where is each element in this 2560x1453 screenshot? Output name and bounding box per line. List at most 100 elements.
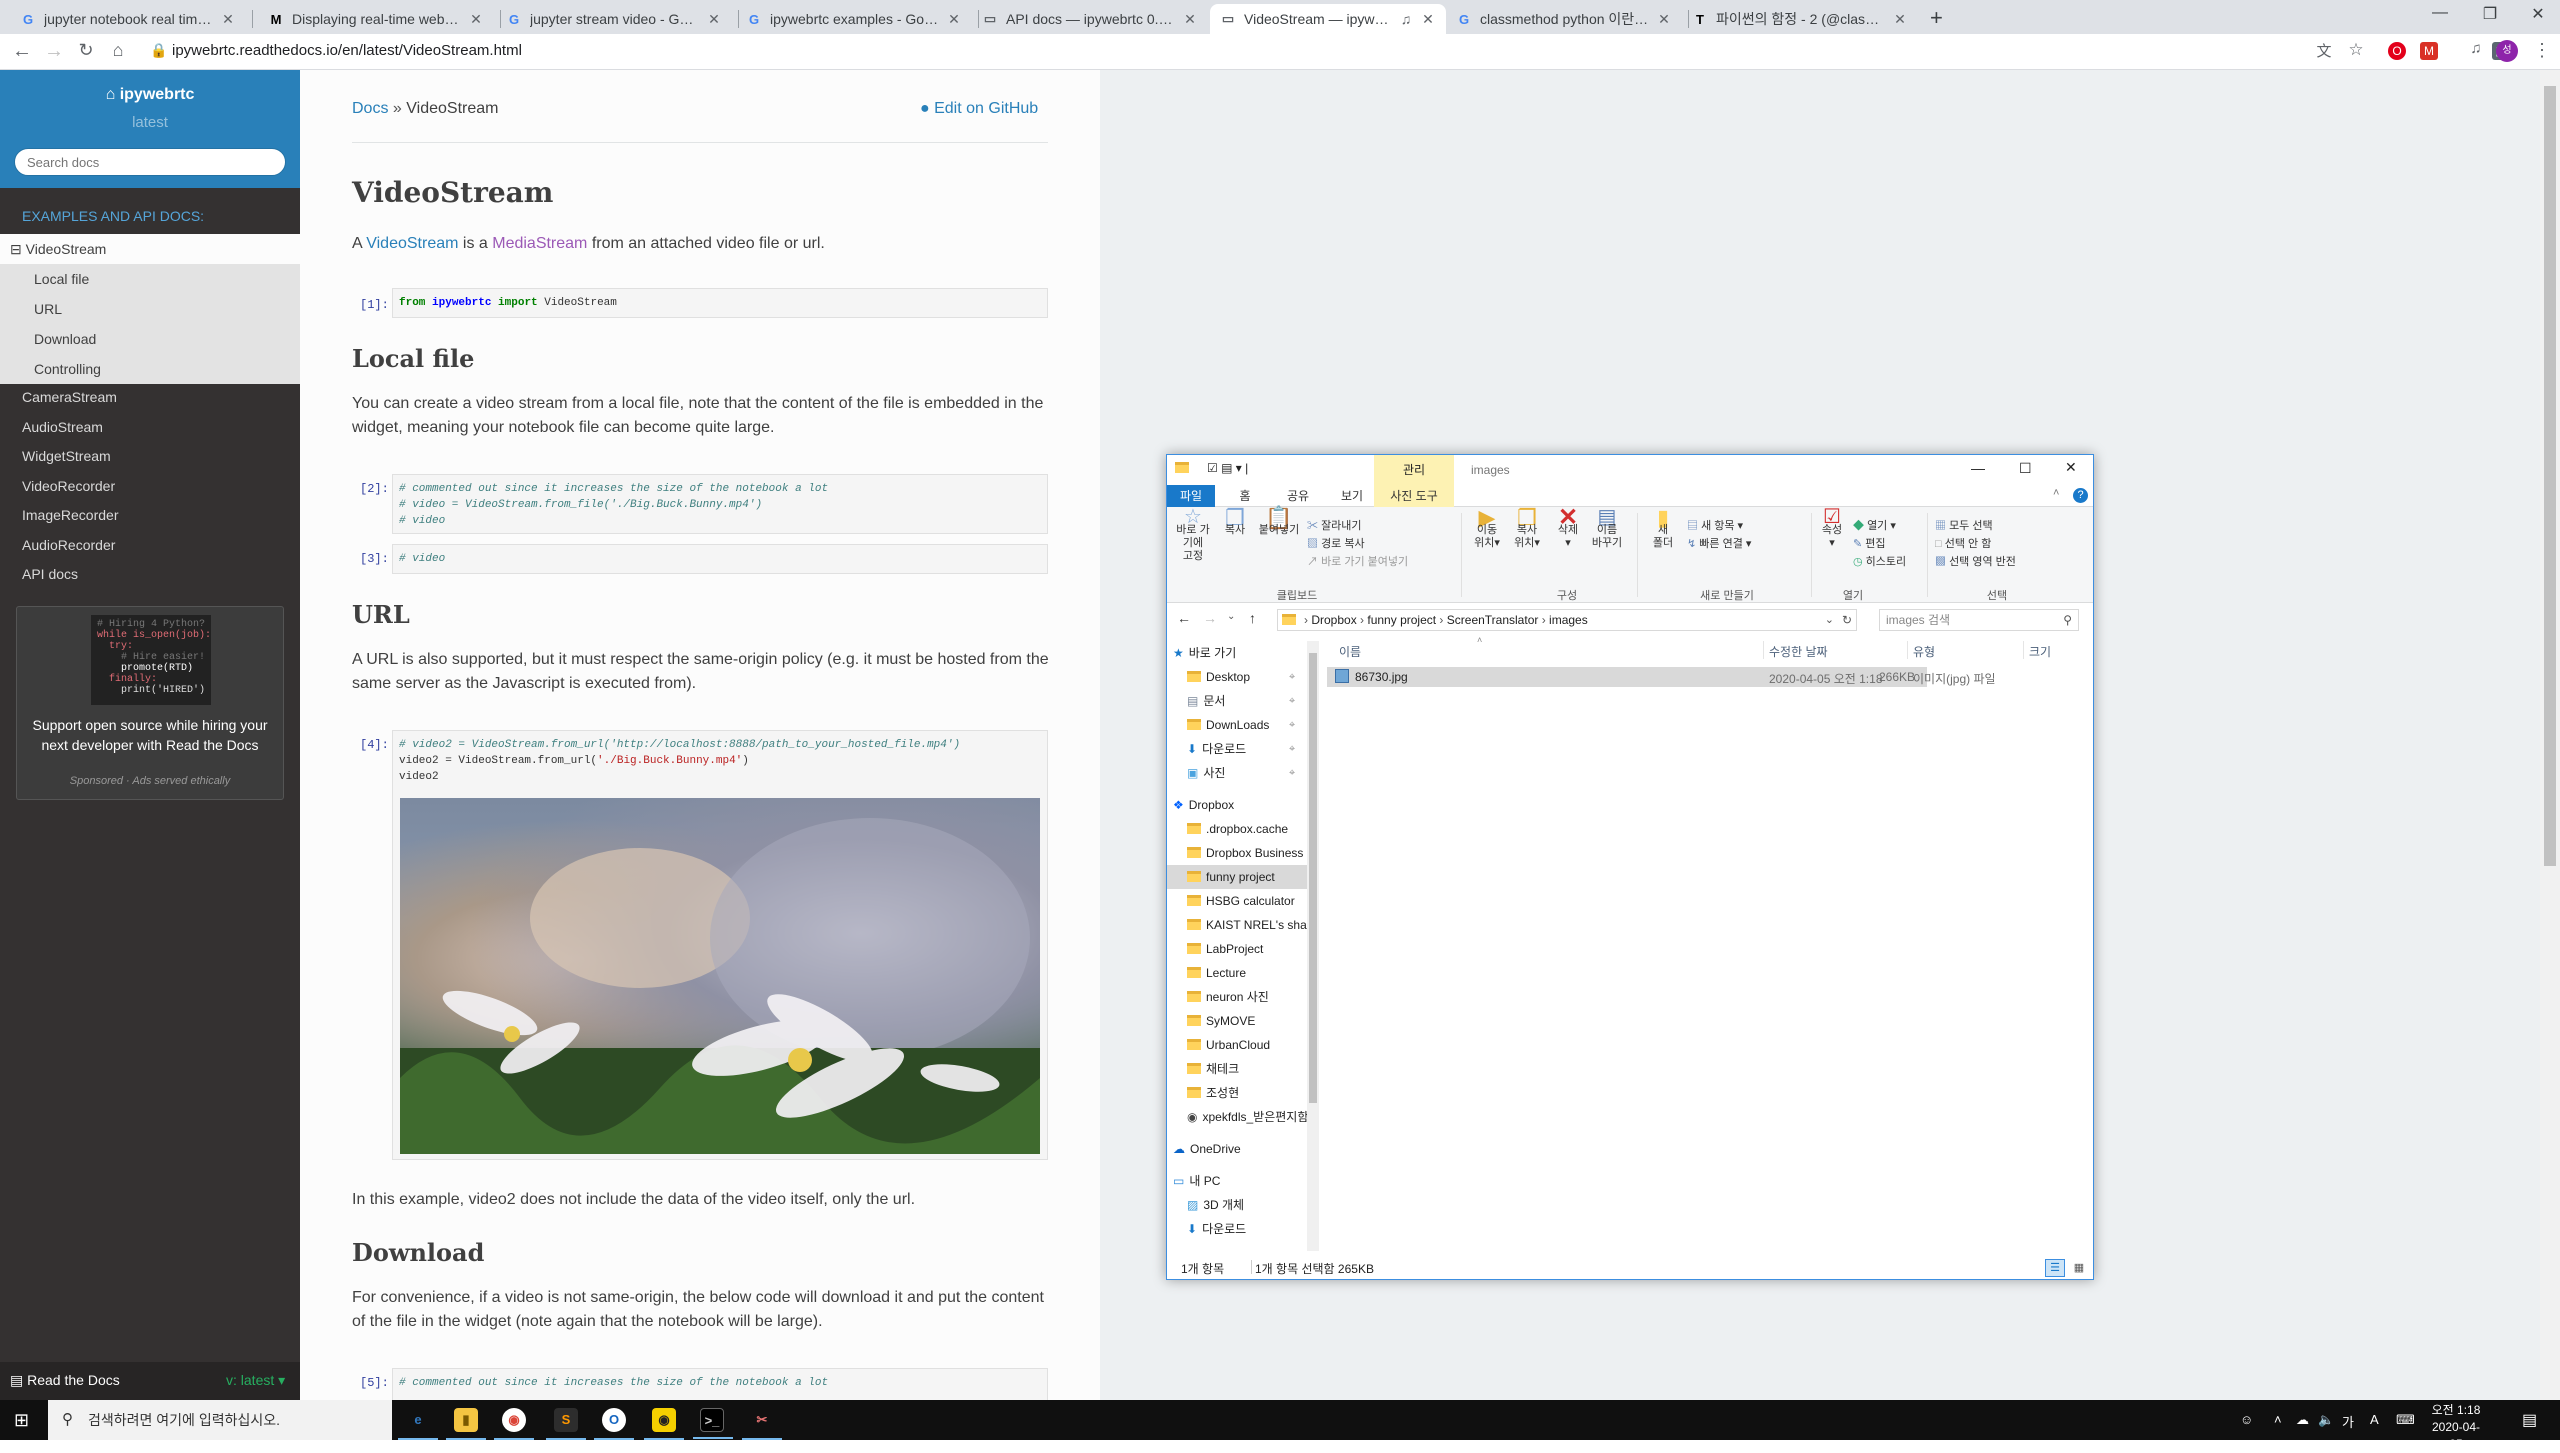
navigation-scrollbar[interactable]: [1307, 641, 1319, 1251]
close-window-icon[interactable]: ✕: [2518, 4, 2558, 24]
explorer-address-bar[interactable]: › Dropbox › funny project › ScreenTransl…: [1277, 609, 1857, 631]
browser-tab[interactable]: Gclassmethod python 이란 - Google Search ✕: [1446, 4, 1682, 34]
copy-button[interactable]: ❐ 복사: [1219, 507, 1251, 537]
tab-close-icon[interactable]: ✕: [1656, 11, 1672, 28]
edge-taskbar-icon[interactable]: e: [398, 1408, 438, 1440]
tab-share[interactable]: 공유: [1273, 485, 1323, 507]
chrome-taskbar-icon[interactable]: ◉: [494, 1408, 534, 1440]
path-segment[interactable]: funny project: [1367, 613, 1436, 627]
paste-button[interactable]: 📋 붙여넣기: [1255, 507, 1303, 537]
tab-close-icon[interactable]: ✕: [946, 11, 962, 28]
bookmark-star-icon[interactable]: ☆: [2342, 40, 2370, 60]
translate-icon[interactable]: 文: [2310, 40, 2338, 61]
open-button[interactable]: ◆ 열기 ▾: [1853, 517, 1896, 533]
tab-close-icon[interactable]: ✕: [1420, 11, 1436, 28]
minimize-icon[interactable]: —: [1971, 460, 1985, 476]
version-switcher[interactable]: v: latest ▾: [226, 1372, 285, 1389]
restore-icon[interactable]: ❐: [2470, 4, 2510, 24]
app-taskbar-icon[interactable]: O: [594, 1408, 634, 1440]
back-icon[interactable]: ←: [8, 40, 36, 63]
nav-tree-item[interactable]: neuron 사진: [1167, 985, 1307, 1009]
ime-hangul-icon[interactable]: 가: [2342, 1412, 2354, 1431]
forward-icon[interactable]: →: [1203, 610, 1217, 626]
page-scrollbar[interactable]: [2540, 70, 2560, 1400]
nav-tree-item[interactable]: ◉ xpekfdls_받은편지함: [1167, 1105, 1307, 1129]
properties-button[interactable]: ☑ 속성 ▾: [1817, 507, 1847, 550]
sidebar-subitem[interactable]: URL: [0, 294, 300, 324]
rename-button[interactable]: ▤ 이름 바꾸기: [1587, 507, 1627, 550]
forward-icon[interactable]: →: [40, 40, 68, 63]
history-button[interactable]: ◷ 히스토리: [1853, 553, 1906, 569]
paste-shortcut-button[interactable]: ↗ 바로 가기 붙여넣기: [1307, 553, 1408, 569]
videostream-link[interactable]: VideoStream: [366, 235, 458, 252]
sidebar-item-videostream[interactable]: ⊟ VideoStream: [0, 234, 300, 264]
media-control-icon[interactable]: ♫: [2462, 40, 2490, 57]
profile-avatar[interactable]: 성: [2496, 40, 2518, 62]
copy-path-button[interactable]: ▧ 경로 복사: [1307, 535, 1365, 551]
path-separator-icon[interactable]: ›: [1436, 613, 1447, 627]
home-icon[interactable]: ⌂: [104, 40, 132, 61]
nav-tree-item[interactable]: Lecture: [1167, 961, 1307, 985]
nav-tree-item[interactable]: funny project: [1167, 865, 1307, 889]
maximize-icon[interactable]: ☐: [2019, 460, 2032, 477]
nav-tree-item[interactable]: 조성현: [1167, 1081, 1307, 1105]
ime-mode-indicator[interactable]: A: [2370, 1412, 2379, 1427]
nav-tree-item[interactable]: DownLoads ⌖: [1167, 713, 1307, 737]
help-icon[interactable]: ?: [2073, 488, 2088, 503]
tab-picture-tools[interactable]: 사진 도구: [1374, 485, 1454, 507]
page-scroll-thumb[interactable]: [2544, 86, 2556, 866]
browser-tab[interactable]: ▭ API docs — ipywebrtc 0.5.0 documentatio…: [972, 4, 1208, 34]
path-segment[interactable]: ScreenTranslator: [1447, 613, 1539, 627]
browser-tab[interactable]: T 파이썬의 함정 - 2 (@classmethod) ✕: [1682, 4, 1918, 34]
docs-search-input[interactable]: [14, 148, 286, 176]
select-all-button[interactable]: ▦ 모두 선택: [1935, 517, 1993, 533]
nav-tree-item[interactable]: SyMOVE: [1167, 1009, 1307, 1033]
pin-quick-access-button[interactable]: ☆ 바로 가기에 고정: [1173, 507, 1213, 563]
nav-tree-item[interactable]: ▤ 문서 ⌖: [1167, 689, 1307, 713]
reload-icon[interactable]: ↻: [72, 40, 100, 61]
edit-button[interactable]: ✎ 편집: [1853, 535, 1886, 551]
back-icon[interactable]: ←: [1177, 610, 1191, 626]
nav-tree-item[interactable]: ▨ 3D 개체: [1167, 1193, 1307, 1217]
easy-access-button[interactable]: ↯ 빠른 연결 ▾: [1687, 535, 1751, 551]
delete-button[interactable]: ✕ 삭제 ▾: [1553, 506, 1583, 550]
large-icons-view-icon[interactable]: ▦: [2069, 1259, 2089, 1277]
nav-tree-item[interactable]: ⬇ 다운로드 ⌖: [1167, 737, 1307, 761]
collapse-ribbon-icon[interactable]: ˄: [2053, 487, 2059, 499]
browser-tab[interactable]: M Displaying real-time webcam stream ✕: [258, 4, 494, 34]
extension-icon[interactable]: M: [2420, 42, 2438, 60]
sublime-taskbar-icon[interactable]: S: [546, 1408, 586, 1440]
file-explorer-window[interactable]: ☑ ▤ ▾ | 관리 images — ☐ ✕ 파일 홈 공유 보기 사진 도구…: [1166, 454, 2094, 1280]
details-view-icon[interactable]: ☰: [2045, 1259, 2065, 1277]
breadcrumb-docs-link[interactable]: Docs: [352, 100, 388, 117]
file-row[interactable]: 86730.jpg 2020-04-05 오전 1:18 이미지(jpg) 파일…: [1327, 667, 1996, 687]
new-item-button[interactable]: ▤ 새 항목 ▾: [1687, 517, 1743, 533]
column-header-size[interactable]: 크기: [2029, 643, 2051, 660]
nav-tree-item[interactable]: Desktop ⌖: [1167, 665, 1307, 689]
start-button-icon[interactable]: ⊞: [14, 1410, 29, 1431]
sidebar-subitem[interactable]: Controlling: [0, 354, 300, 384]
refresh-icon[interactable]: ↻: [1842, 610, 1852, 630]
nav-tree-item[interactable]: Dropbox Business: [1167, 841, 1307, 865]
tab-close-icon[interactable]: ✕: [1892, 11, 1908, 28]
quick-access-toolbar-icon[interactable]: ☑ ▤ ▾ |: [1207, 461, 1248, 475]
project-home-link[interactable]: ⌂ ipywebrtc: [0, 86, 300, 104]
sidebar-item[interactable]: WidgetStream: [0, 441, 300, 471]
browser-tab[interactable]: Gipywebrtc examples - Google Search ✕: [736, 4, 972, 34]
tab-close-icon[interactable]: ✕: [468, 11, 484, 28]
address-dropdown-icon[interactable]: ⌄: [1825, 610, 1834, 630]
select-none-button[interactable]: □ 선택 안 함: [1935, 535, 1991, 551]
sponsor-ad[interactable]: # Hiring 4 Python? while is_open(job): tr…: [16, 606, 284, 800]
new-folder-button[interactable]: ▮ 새 폴더: [1645, 507, 1681, 550]
keyboard-icon[interactable]: ⌨: [2396, 1412, 2415, 1428]
move-to-button[interactable]: ▶ 이동 위치▾: [1469, 507, 1505, 550]
nav-tree-item[interactable]: .dropbox.cache: [1167, 817, 1307, 841]
file-explorer-taskbar-icon[interactable]: ▮: [446, 1408, 486, 1440]
sidebar-subitem[interactable]: Download: [0, 324, 300, 354]
mediastream-link[interactable]: MediaStream: [492, 235, 587, 252]
new-tab-button[interactable]: +: [1930, 5, 1943, 31]
edit-on-github-link[interactable]: ● Edit on GitHub: [920, 100, 1038, 118]
sidebar-item[interactable]: AudioRecorder: [0, 530, 300, 560]
column-header-date[interactable]: 수정한 날짜: [1769, 643, 1828, 660]
notification-center-icon[interactable]: ▤: [2522, 1410, 2537, 1430]
